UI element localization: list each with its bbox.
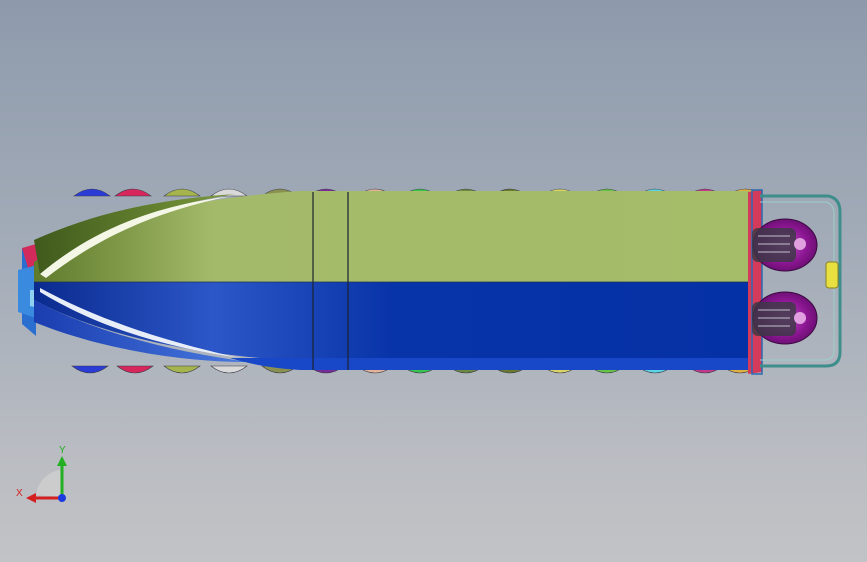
triad-x-label: X — [16, 488, 23, 499]
fender — [73, 188, 111, 197]
fender — [116, 365, 154, 374]
triad-y-label: Y — [59, 445, 66, 456]
cad-3d-viewport[interactable]: X Y — [0, 0, 867, 562]
tow-hitch — [825, 261, 839, 289]
hull-bottom-strip — [230, 358, 750, 370]
fender — [163, 365, 201, 374]
fender — [163, 188, 201, 197]
transom — [748, 190, 762, 374]
fender — [114, 188, 152, 197]
outboard-engine-upper — [752, 218, 818, 272]
fender — [210, 365, 248, 374]
coordinate-triad: X Y — [16, 445, 67, 503]
fender — [71, 365, 109, 374]
outboard-engine-lower — [752, 291, 818, 345]
hull-deck-upper — [34, 191, 750, 282]
